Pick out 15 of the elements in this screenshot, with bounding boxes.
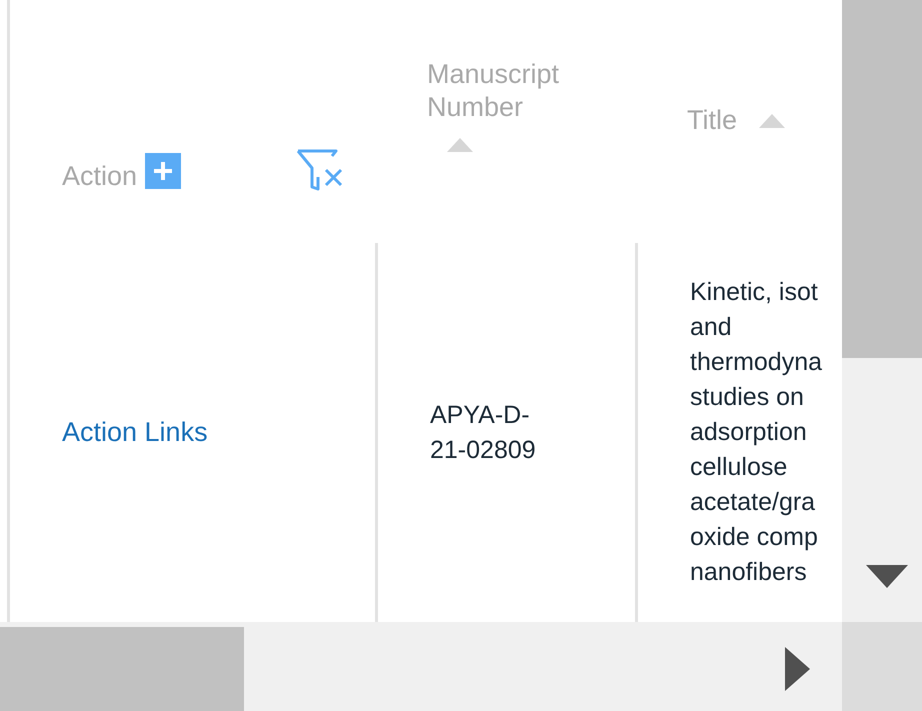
scroll-right-arrow-icon[interactable]	[785, 647, 810, 691]
table-cell-text: Kinetic, isot and thermodyna studies on adsorption cellulose acetate/gra oxide comp nanofibers	[690, 277, 822, 588]
horizontal-scrollbar[interactable]	[0, 622, 842, 711]
sort-icon[interactable]	[759, 114, 786, 128]
scrollbar-thumb[interactable]	[0, 627, 244, 711]
column-header[interactable]: Title	[687, 104, 738, 137]
add-icon[interactable]	[145, 153, 182, 189]
action-links-link[interactable]: Action Links	[62, 417, 208, 448]
column-header: Action	[62, 160, 138, 193]
table-cell-text: APYA-D- 21-02809	[430, 400, 536, 466]
scrollbar-thumb[interactable]	[842, 0, 922, 358]
column-header[interactable]: Manuscript Number	[427, 58, 560, 124]
sort-icon[interactable]	[447, 138, 473, 152]
scroll-down-arrow-icon[interactable]	[866, 565, 908, 588]
vertical-scrollbar[interactable]	[842, 0, 922, 622]
